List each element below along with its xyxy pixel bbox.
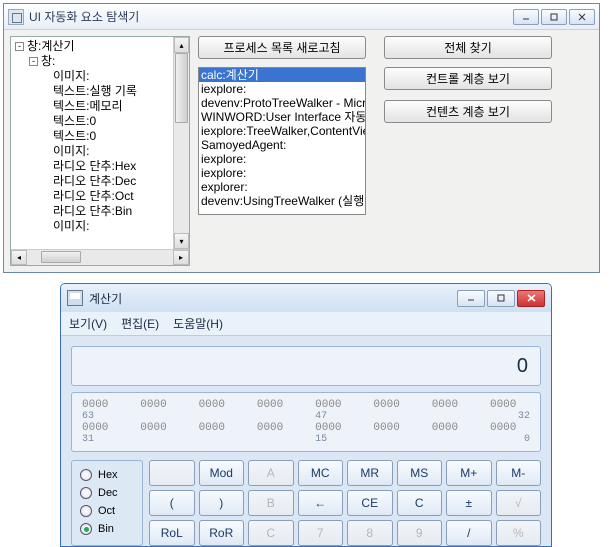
tree-item[interactable]: -창: (13, 54, 185, 69)
refresh-processes-button[interactable]: 프로세스 목록 새로고침 (198, 36, 366, 59)
list-item[interactable]: devenv:UsingTreeWalker (실행 (199, 194, 365, 208)
radio-icon (80, 505, 92, 517)
expander-icon[interactable]: - (15, 42, 24, 51)
scroll-up-icon[interactable]: ▴ (174, 37, 189, 53)
key-M+[interactable]: M+ (446, 460, 492, 486)
list-item[interactable]: calc:계산기 (199, 68, 365, 82)
key-%: % (496, 520, 542, 546)
keypad: ModAMCMRMSM+M-( )B←CEC±√RoLRoRC789/% (149, 460, 541, 546)
list-item[interactable]: iexplore: (199, 166, 365, 180)
key-7: 7 (298, 520, 344, 546)
key-/[interactable]: / (446, 520, 492, 546)
minimize-button[interactable] (513, 9, 539, 25)
radio-icon (80, 523, 92, 535)
view-content-tree-button[interactable]: 컨텐츠 계층 보기 (384, 100, 552, 123)
scroll-left-icon[interactable]: ◂ (11, 250, 27, 265)
radio-icon (80, 469, 92, 481)
app-icon (8, 9, 24, 25)
list-item[interactable]: iexplore:TreeWalker,ContentVie (199, 124, 365, 138)
tree-item[interactable]: 텍스트:실행 기록 (13, 84, 185, 99)
key-MR[interactable]: MR (347, 460, 393, 486)
maximize-button[interactable] (541, 9, 567, 25)
menu-item[interactable]: 보기(V) (69, 315, 107, 332)
key-RoR[interactable]: RoR (199, 520, 245, 546)
titlebar[interactable]: UI 자동화 요소 탐색기 (4, 4, 599, 30)
key-Mod[interactable]: Mod (199, 460, 245, 486)
menu-item[interactable]: 편집(E) (121, 315, 159, 332)
expander-icon[interactable]: - (29, 57, 38, 66)
tree-item[interactable]: 라디오 단추:Hex (13, 159, 185, 174)
key-9: 9 (397, 520, 443, 546)
list-item[interactable]: devenv:ProtoTreeWalker - Micr (199, 96, 365, 110)
key-√: √ (496, 490, 542, 516)
scroll-down-icon[interactable]: ▾ (174, 233, 189, 249)
tree-item[interactable]: 라디오 단추:Dec (13, 174, 185, 189)
calc-display: 0 (71, 346, 541, 386)
calc-title: 계산기 (89, 290, 457, 307)
calc-icon (67, 290, 83, 306)
tree-item[interactable]: 이미지: (13, 69, 185, 84)
tree-item[interactable]: 라디오 단추:Bin (13, 204, 185, 219)
radix-group: Hex Dec Oct Bin (71, 460, 143, 546)
window-title: UI 자동화 요소 탐색기 (29, 8, 513, 25)
tree-vscrollbar[interactable]: ▴ ▾ (173, 37, 189, 249)
menu-bar: 보기(V) 편집(E) 도움말(H) (61, 312, 551, 336)
scroll-thumb[interactable] (175, 53, 188, 123)
list-item[interactable]: SamoyedAgent: (199, 138, 365, 152)
tree-item[interactable]: 텍스트:메모리 (13, 99, 185, 114)
list-item[interactable]: iexplore: (199, 82, 365, 96)
radix-hex[interactable]: Hex (80, 469, 134, 481)
close-button[interactable] (517, 290, 545, 307)
scroll-right-icon[interactable]: ▸ (173, 250, 189, 265)
scroll-thumb[interactable] (41, 251, 81, 263)
tree-hscrollbar[interactable]: ◂ ▸ (11, 249, 189, 265)
explorer-window: UI 자동화 요소 탐색기 -창:계산기-창:이미지:텍스트:실행 기록텍스트:… (3, 3, 600, 273)
calculator-window: 계산기 보기(V) 편집(E) 도움말(H) 0 00000000000000000… (60, 283, 552, 547)
list-item[interactable]: iexplore: (199, 152, 365, 166)
maximize-button[interactable] (487, 290, 515, 307)
tree-item[interactable]: 라디오 단추:Oct (13, 189, 185, 204)
radix-oct[interactable]: Oct (80, 505, 134, 517)
key-blank (149, 460, 195, 486)
key-MC[interactable]: MC (298, 460, 344, 486)
key-±[interactable]: ± (446, 490, 492, 516)
tree-item[interactable]: 이미지: (13, 144, 185, 159)
find-all-button[interactable]: 전체 찾기 (384, 36, 552, 59)
close-button[interactable] (569, 9, 595, 25)
bit-display: 00000000000000000000000000000000 634732 … (71, 392, 541, 452)
radio-icon (80, 487, 92, 499)
tree-view[interactable]: -창:계산기-창:이미지:텍스트:실행 기록텍스트:메모리텍스트:0텍스트:0이… (10, 36, 190, 266)
radix-bin[interactable]: Bin (80, 523, 134, 535)
list-item[interactable]: explorer: (199, 180, 365, 194)
minimize-button[interactable] (457, 290, 485, 307)
list-item[interactable]: WINWORD:User Interface 자동화 (199, 110, 365, 124)
tree-item[interactable]: 이미지: (13, 219, 185, 234)
key-RoL[interactable]: RoL (149, 520, 195, 546)
menu-item[interactable]: 도움말(H) (173, 315, 223, 332)
key-([interactable]: ( (149, 490, 195, 516)
key-8: 8 (347, 520, 393, 546)
calc-titlebar[interactable]: 계산기 (61, 284, 551, 312)
key-M-[interactable]: M- (496, 460, 542, 486)
key-MS[interactable]: MS (397, 460, 443, 486)
key-C: C (248, 520, 294, 546)
radix-dec[interactable]: Dec (80, 487, 134, 499)
key-←[interactable]: ← (298, 490, 344, 516)
tree-item[interactable]: 텍스트:0 (13, 129, 185, 144)
key-A: A (248, 460, 294, 486)
key-CE[interactable]: CE (347, 490, 393, 516)
process-list[interactable]: calc:계산기iexplore:devenv:ProtoTreeWalker … (198, 67, 366, 215)
tree-item[interactable]: -창:계산기 (13, 39, 185, 54)
key- )[interactable]: ) (199, 490, 245, 516)
tree-item[interactable]: 텍스트:0 (13, 114, 185, 129)
view-control-tree-button[interactable]: 컨트롤 계층 보기 (384, 67, 552, 90)
key-C[interactable]: C (397, 490, 443, 516)
key-B: B (248, 490, 294, 516)
